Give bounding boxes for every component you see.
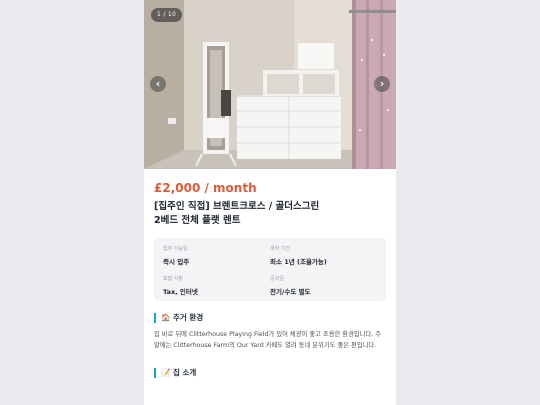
section-heading-house-intro: 📝 집 소개	[154, 368, 386, 378]
chevron-left-icon: ‹	[155, 77, 161, 90]
photo-counter: 1 / 10	[151, 8, 183, 22]
detail-item-contract: 계약 기간 최소 1년 (조율가능)	[270, 245, 377, 266]
listing-details-grid: 입주 가능일 즉시 입주 계약 기간 최소 1년 (조율가능) 포함 사항 Ta…	[154, 238, 386, 301]
detail-value: Tax, 인터넷	[163, 288, 198, 296]
section-heading-living-environment: 🏠 주거 환경	[154, 313, 386, 323]
listing-title-line2: 2베드 전체 플랫 렌트	[154, 215, 241, 226]
listing-price: £2,000 / month	[154, 181, 257, 195]
listing-card: 1 / 10 ‹ › £2,000 / month [집주인 직접] 브렌트크로…	[144, 0, 396, 405]
detail-value: 전기/수도 별도	[270, 288, 311, 296]
detail-item-included: 포함 사항 Tax, 인터넷	[163, 275, 270, 296]
listing-photo-gallery[interactable]: 1 / 10 ‹ ›	[144, 0, 396, 169]
next-photo-button[interactable]: ›	[374, 76, 390, 92]
detail-value: 즉시 입주	[163, 258, 190, 266]
detail-label: 공과금	[270, 276, 284, 282]
detail-item-move-in: 입주 가능일 즉시 입주	[163, 245, 270, 266]
detail-label: 입주 가능일	[163, 246, 188, 252]
detail-item-utilities: 공과금 전기/수도 별도	[270, 275, 377, 296]
detail-label: 포함 사항	[163, 276, 183, 282]
detail-label: 계약 기간	[270, 246, 290, 252]
detail-value: 최소 1년 (조율가능)	[270, 258, 327, 266]
section-body-living-environment: 집 바로 뒤에 Clitterhouse Playing Field가 있어 채…	[154, 331, 382, 349]
chevron-right-icon: ›	[379, 77, 385, 90]
listing-title: [집주인 직접] 브렌트크로스 / 골더스그린 2베드 전체 플랫 렌트	[154, 200, 386, 228]
room-photo	[144, 0, 396, 169]
listing-title-line1: [집주인 직접] 브렌트크로스 / 골더스그린	[154, 201, 320, 212]
prev-photo-button[interactable]: ‹	[150, 76, 166, 92]
